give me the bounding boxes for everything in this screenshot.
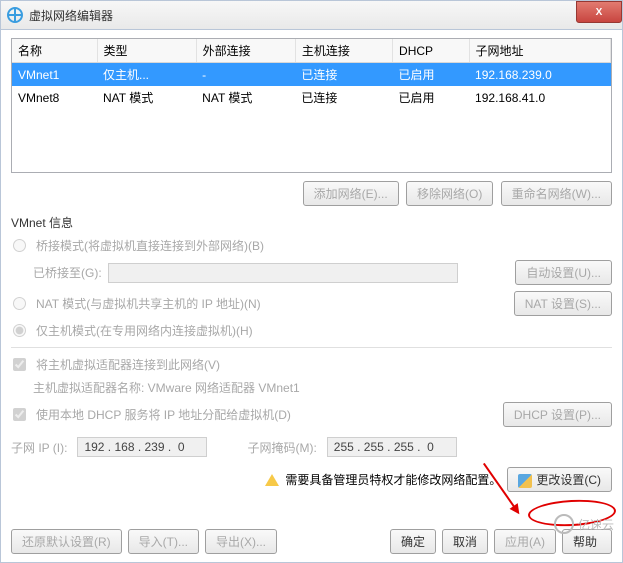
host-adapter-connect-checkbox[interactable] [13,358,26,371]
dhcp-settings-button[interactable]: DHCP 设置(P)... [503,402,612,427]
table-cell: 已连接 [295,86,392,109]
hostonly-radio[interactable] [13,324,26,337]
subnet-ip-label: 子网 IP (I): [11,439,67,456]
footer: 还原默认设置(R) 导入(T)... 导出(X)... 确定 取消 应用(A) … [11,529,612,554]
table-header[interactable]: 主机连接 [295,39,392,63]
bridged-to-select[interactable] [108,263,458,283]
subnet-ip-input[interactable] [77,437,207,457]
table-header[interactable]: 类型 [97,39,196,63]
subnet-mask-input[interactable] [327,437,457,457]
table-cell: VMnet8 [12,86,97,109]
watermark-icon [554,514,574,534]
table-header[interactable]: 子网地址 [469,39,610,63]
network-table: 名称类型外部连接主机连接DHCP子网地址 VMnet1仅主机...-已连接已启用… [11,38,612,173]
nat-option-row: NAT 模式(与虚拟机共享主机的 IP 地址)(N) NAT 设置(S)... [13,291,612,316]
export-button[interactable]: 导出(X)... [205,529,277,554]
cancel-button[interactable]: 取消 [442,529,488,554]
table-cell: 仅主机... [97,63,196,87]
ok-button[interactable]: 确定 [390,529,436,554]
window-title: 虚拟网络编辑器 [29,7,113,24]
network-button-row: 添加网络(E)... 移除网络(O) 重命名网络(W)... [11,181,612,206]
nat-label: NAT 模式(与虚拟机共享主机的 IP 地址)(N) [36,295,261,312]
warning-icon [265,474,279,486]
use-dhcp-checkbox[interactable] [13,408,26,421]
table-header[interactable]: DHCP [393,39,470,63]
table-row[interactable]: VMnet1仅主机...-已连接已启用192.168.239.0 [12,63,611,87]
use-dhcp-label: 使用本地 DHCP 服务将 IP 地址分配给虚拟机(D) [36,406,291,423]
nat-settings-button[interactable]: NAT 设置(S)... [514,291,612,316]
apply-button[interactable]: 应用(A) [494,529,556,554]
table-cell: NAT 模式 [196,86,295,109]
bridged-to-row: 已桥接至(G): 自动设置(U)... [33,260,612,285]
host-adapter-connect-label: 将主机虚拟适配器连接到此网络(V) [36,356,220,373]
bridged-radio[interactable] [13,239,26,252]
watermark-text: 亿速云 [578,516,614,533]
table-cell: 已连接 [295,63,392,87]
admin-message: 需要具备管理员特权才能修改网络配置。 [285,471,501,488]
admin-row: 需要具备管理员特权才能修改网络配置。 更改设置(C) [11,467,612,492]
hostonly-label: 仅主机模式(在专用网络内连接虚拟机)(H) [36,322,253,339]
use-dhcp-row: 使用本地 DHCP 服务将 IP 地址分配给虚拟机(D) DHCP 设置(P).… [13,402,612,427]
import-button[interactable]: 导入(T)... [128,529,199,554]
content: 名称类型外部连接主机连接DHCP子网地址 VMnet1仅主机...-已连接已启用… [0,30,623,563]
table-cell: 192.168.41.0 [469,86,610,109]
host-adapter-connect-row: 将主机虚拟适配器连接到此网络(V) [13,356,612,373]
shield-icon [518,474,532,488]
add-network-button[interactable]: 添加网络(E)... [303,181,399,206]
bridged-to-label: 已桥接至(G): [33,264,102,281]
subnet-mask-label: 子网掩码(M): [247,439,316,456]
vmnet-info-title: VMnet 信息 [11,214,612,231]
auto-settings-button[interactable]: 自动设置(U)... [515,260,612,285]
host-adapter-name-label: 主机虚拟适配器名称: VMware 网络适配器 VMnet1 [33,379,300,396]
titlebar: 虚拟网络编辑器 X [0,0,623,30]
app-icon [7,7,23,23]
change-settings-button[interactable]: 更改设置(C) [507,467,612,492]
table-cell: NAT 模式 [97,86,196,109]
close-button[interactable]: X [576,1,622,23]
table-row[interactable]: VMnet8NAT 模式NAT 模式已连接已启用192.168.41.0 [12,86,611,109]
bridged-label: 桥接模式(将虚拟机直接连接到外部网络)(B) [36,237,264,254]
table-cell: - [196,63,295,87]
table-cell: 已启用 [393,63,470,87]
table-cell: VMnet1 [12,63,97,87]
table-header[interactable]: 名称 [12,39,97,63]
remove-network-button[interactable]: 移除网络(O) [406,181,493,206]
bridged-option-row: 桥接模式(将虚拟机直接连接到外部网络)(B) [13,237,612,254]
table-header[interactable]: 外部连接 [196,39,295,63]
nat-radio[interactable] [13,297,26,310]
host-adapter-name-row: 主机虚拟适配器名称: VMware 网络适配器 VMnet1 [33,379,612,396]
table-cell: 已启用 [393,86,470,109]
hostonly-option-row: 仅主机模式(在专用网络内连接虚拟机)(H) [13,322,612,339]
subnet-row: 子网 IP (I): 子网掩码(M): [11,437,612,457]
change-settings-label: 更改设置(C) [536,473,601,487]
table-cell: 192.168.239.0 [469,63,610,87]
watermark: 亿速云 [554,514,614,534]
restore-defaults-button[interactable]: 还原默认设置(R) [11,529,122,554]
rename-network-button[interactable]: 重命名网络(W)... [501,181,612,206]
